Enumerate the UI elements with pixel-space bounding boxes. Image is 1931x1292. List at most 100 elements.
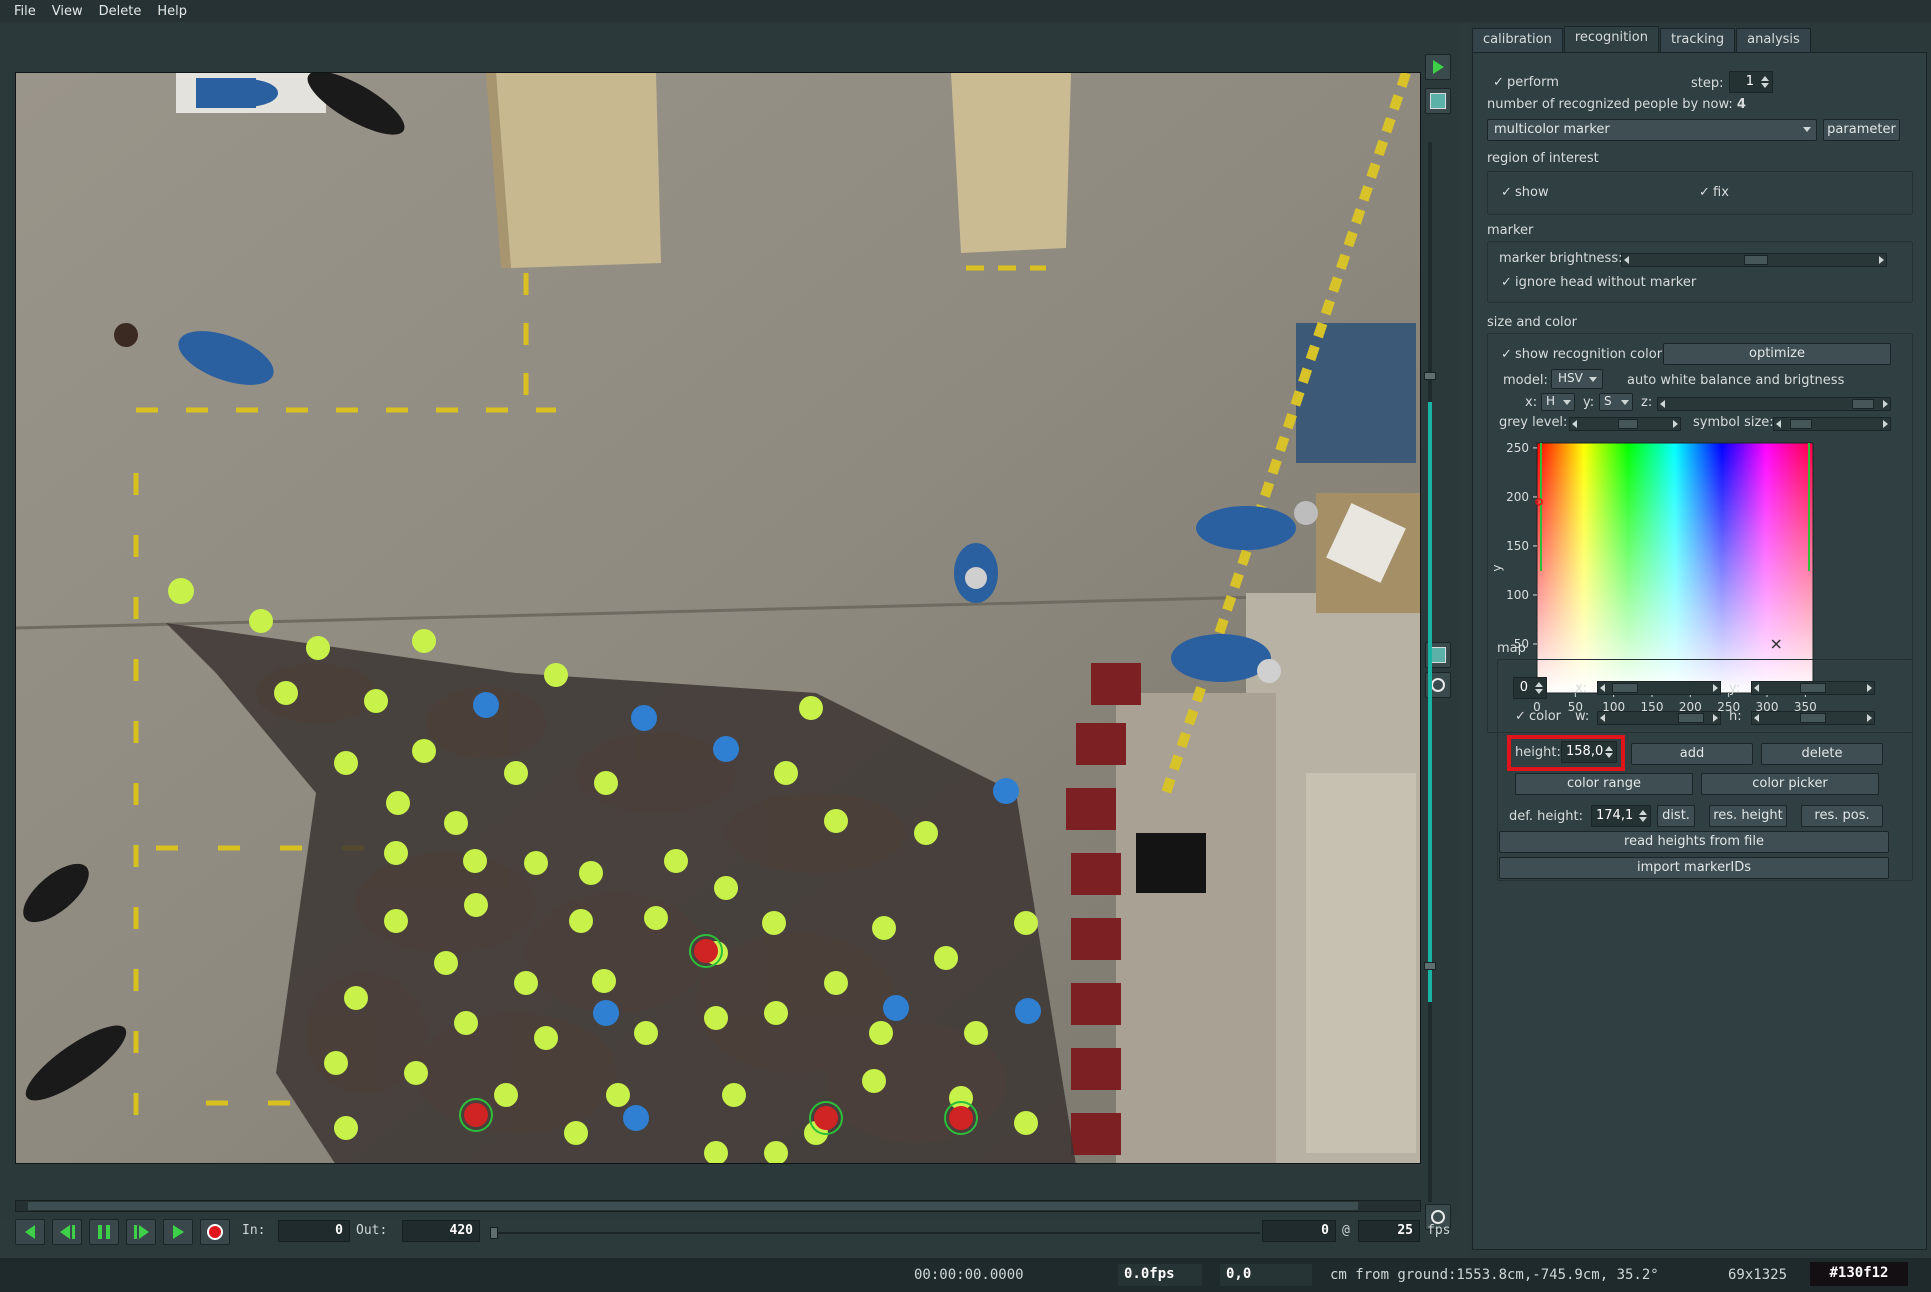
left-arrow-icon[interactable]: [1624, 256, 1629, 264]
frame-forward-button[interactable]: [126, 1219, 156, 1245]
play-backward-button[interactable]: [52, 1219, 82, 1245]
ignore-head-checkbox[interactable]: ✓ ignore head without marker: [1501, 275, 1696, 290]
slider-thumb[interactable]: [1744, 255, 1768, 265]
right-arrow-icon[interactable]: [1713, 714, 1718, 722]
map-x-slider[interactable]: [1597, 681, 1721, 695]
spin-down-icon[interactable]: [1535, 689, 1543, 694]
res-pos-button[interactable]: res. pos.: [1801, 805, 1883, 827]
record-button[interactable]: [200, 1219, 230, 1245]
roi-show-checkbox[interactable]: ✓ show: [1501, 185, 1549, 200]
map-index-spinbox[interactable]: 0: [1513, 677, 1547, 699]
tab-calibration[interactable]: calibration: [1472, 28, 1563, 52]
res-height-button[interactable]: res. height: [1709, 805, 1787, 827]
menu-file[interactable]: File: [6, 4, 44, 19]
menu-delete[interactable]: Delete: [91, 4, 150, 19]
slider-thumb[interactable]: [1678, 713, 1704, 723]
slider-thumb[interactable]: [1852, 399, 1874, 409]
right-arrow-icon[interactable]: [1883, 400, 1888, 408]
def-height-spinbox[interactable]: 174,1: [1591, 805, 1651, 827]
roi-title: region of interest: [1487, 151, 1599, 166]
slider-thumb[interactable]: [1618, 419, 1638, 429]
menu-view[interactable]: View: [44, 4, 91, 19]
in-field[interactable]: 0: [278, 1220, 350, 1242]
horizontal-scrollbar[interactable]: [15, 1200, 1421, 1212]
method-select[interactable]: multicolor marker: [1487, 119, 1817, 141]
right-arrow-icon[interactable]: [1867, 714, 1872, 722]
frame-back-button[interactable]: [15, 1219, 45, 1245]
right-arrow-icon[interactable]: [1867, 684, 1872, 692]
check-icon: ✓: [1699, 185, 1710, 200]
auto-wb-checkbox[interactable]: auto white balance and brigtness: [1613, 373, 1844, 388]
video-frame[interactable]: [15, 72, 1421, 1164]
symbol-size-slider[interactable]: [1773, 417, 1891, 431]
spin-up-icon[interactable]: [1639, 810, 1647, 815]
menu-help[interactable]: Help: [149, 4, 195, 19]
step-spinbox[interactable]: 1: [1729, 71, 1773, 93]
perform-checkbox[interactable]: ✓ perform: [1493, 75, 1559, 90]
status-position[interactable]: 0,0: [1220, 1264, 1312, 1286]
left-arrow-icon[interactable]: [1754, 684, 1759, 692]
z-axis-slider[interactable]: [1657, 397, 1891, 411]
spin-down-icon[interactable]: [1605, 753, 1613, 758]
right-arrow-icon[interactable]: [1883, 420, 1888, 428]
map-y-slider[interactable]: [1751, 681, 1875, 695]
model-select[interactable]: HSV: [1551, 369, 1603, 389]
dist-button[interactable]: dist.: [1657, 805, 1695, 827]
color-range-button[interactable]: color range: [1515, 773, 1693, 795]
play-button[interactable]: [163, 1219, 193, 1245]
play-overlay-button[interactable]: [1425, 54, 1451, 80]
spin-up-icon[interactable]: [1605, 746, 1613, 751]
slider-thumb[interactable]: [1790, 419, 1812, 429]
map-w-slider[interactable]: [1597, 711, 1721, 725]
left-arrow-icon[interactable]: [1660, 400, 1665, 408]
tab-tracking[interactable]: tracking: [1659, 28, 1736, 52]
check-icon: ✓: [1501, 347, 1512, 362]
read-heights-button[interactable]: read heights from file: [1499, 831, 1889, 853]
left-arrow-icon[interactable]: [1754, 714, 1759, 722]
right-arrow-icon[interactable]: [1713, 684, 1718, 692]
show-recognition-color-checkbox[interactable]: ✓ show recognition color: [1501, 347, 1662, 362]
out-label: Out:: [356, 1223, 388, 1238]
import-marker-ids-button[interactable]: import markerIDs: [1499, 857, 1889, 879]
roi-fix-checkbox[interactable]: ✓ fix: [1699, 185, 1729, 200]
optimize-button[interactable]: optimize: [1663, 343, 1891, 365]
spin-down-icon[interactable]: [1639, 817, 1647, 822]
x-axis-select[interactable]: H: [1541, 393, 1575, 411]
slider-thumb[interactable]: [1800, 713, 1826, 723]
left-arrow-icon[interactable]: [1600, 684, 1605, 692]
tab-analysis[interactable]: analysis: [1736, 28, 1811, 52]
refresh-view-button[interactable]: [1425, 88, 1451, 114]
delete-button[interactable]: delete: [1761, 743, 1883, 765]
right-arrow-icon[interactable]: [1673, 420, 1678, 428]
add-button[interactable]: add: [1631, 743, 1753, 765]
pause-button[interactable]: [89, 1219, 119, 1245]
map-h-slider[interactable]: [1751, 711, 1875, 725]
zoom-slider[interactable]: [1424, 142, 1436, 1202]
time-slider-handle[interactable]: [490, 1227, 498, 1239]
slider-thumb[interactable]: [1800, 683, 1826, 693]
color-picker-button[interactable]: color picker: [1701, 773, 1879, 795]
scrollbar-thumb[interactable]: [28, 1202, 1358, 1210]
tab-recognition[interactable]: recognition: [1563, 26, 1659, 52]
map-color-checkbox[interactable]: ✓ color: [1515, 709, 1561, 724]
spin-up-icon[interactable]: [1761, 76, 1769, 81]
right-arrow-icon[interactable]: [1879, 256, 1884, 264]
grey-level-slider[interactable]: [1569, 417, 1681, 431]
slider-thumb[interactable]: [1612, 683, 1638, 693]
zoom-slider-handle-top[interactable]: [1424, 372, 1436, 380]
y-axis-select[interactable]: S: [1599, 393, 1633, 411]
frame-field[interactable]: 0: [1262, 1220, 1336, 1242]
marker-brightness-slider[interactable]: [1621, 253, 1887, 267]
left-arrow-icon[interactable]: [1776, 420, 1781, 428]
fps-field[interactable]: 25: [1358, 1220, 1420, 1242]
out-field[interactable]: 420: [402, 1220, 480, 1242]
def-height-label: def. height:: [1509, 809, 1583, 824]
time-slider[interactable]: [490, 1227, 1260, 1239]
spin-up-icon[interactable]: [1535, 682, 1543, 687]
spin-down-icon[interactable]: [1761, 83, 1769, 88]
left-arrow-icon[interactable]: [1572, 420, 1577, 428]
left-arrow-icon[interactable]: [1600, 714, 1605, 722]
parameter-button[interactable]: parameter: [1823, 119, 1900, 141]
height-spinbox[interactable]: 158,0: [1561, 741, 1617, 763]
zoom-slider-handle-bottom[interactable]: [1424, 962, 1436, 970]
